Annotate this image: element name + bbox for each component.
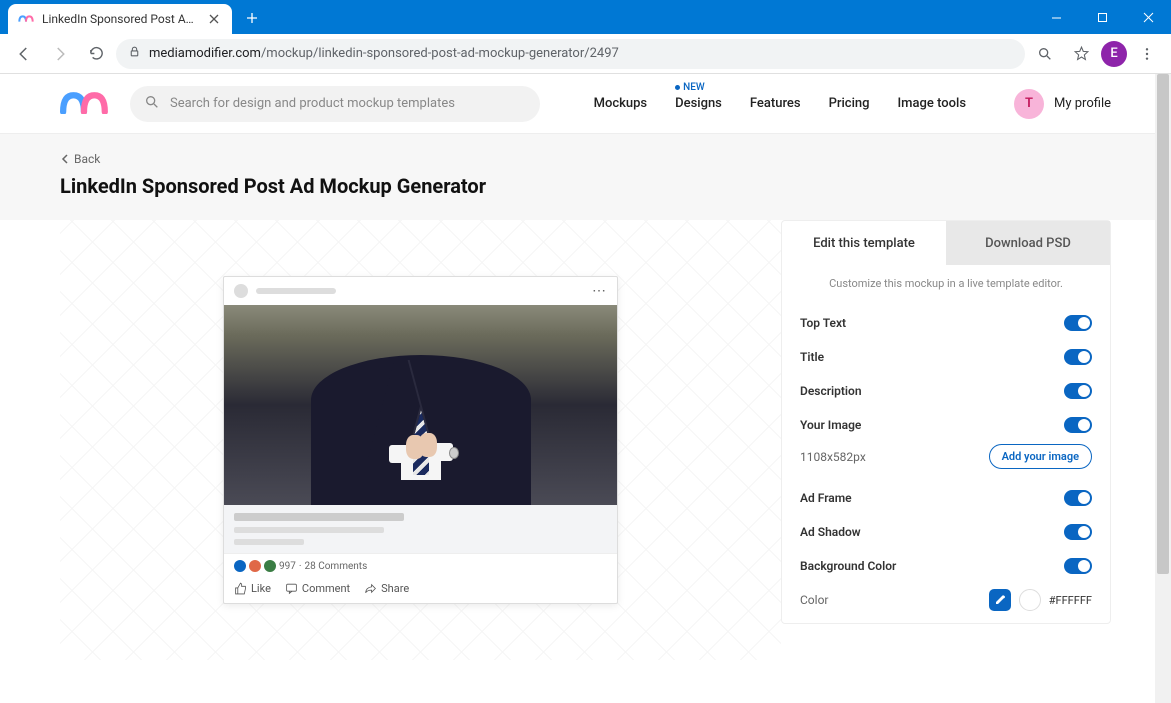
post-text-placeholder [224,505,617,553]
star-icon[interactable] [1065,38,1097,70]
favicon-icon [18,11,34,27]
post-name-placeholder [256,288,336,294]
reload-button[interactable] [80,38,112,70]
post-avatar-placeholder [234,284,248,298]
toggle-title[interactable] [1064,349,1092,365]
comment-button: Comment [285,582,350,595]
tab-edit[interactable]: Edit this template [782,221,946,265]
love-icon [249,560,261,572]
post-menu-icon: ⋯ [592,283,607,299]
opt-title: Title [782,340,1110,374]
maximize-button[interactable] [1079,0,1125,34]
tab-title: LinkedIn Sponsored Post Ad Moc [42,12,198,26]
editor-panel: Edit this template Download PSD Customiz… [781,220,1111,624]
browser-tab[interactable]: LinkedIn Sponsored Post Ad Moc [8,4,232,34]
browser-avatar[interactable]: E [1101,41,1127,67]
post-image [224,305,617,505]
panel-subtitle: Customize this mockup in a live template… [782,265,1110,306]
opt-description: Description [782,374,1110,408]
nav-pricing[interactable]: Pricing [829,96,870,111]
tab-download[interactable]: Download PSD [946,221,1110,265]
color-label: Color [800,593,828,607]
mockup-post: ⋯ [223,276,618,604]
site-header: Search for design and product mockup tem… [0,74,1171,134]
color-swatch[interactable] [1019,589,1041,611]
close-button[interactable] [1125,0,1171,34]
titlebar: LinkedIn Sponsored Post Ad Moc [0,0,1171,34]
toggle-your-image[interactable] [1064,417,1092,433]
zoom-icon[interactable] [1029,38,1061,70]
address-bar[interactable]: mediamodifier.com/mockup/linkedin-sponso… [116,39,1025,69]
window-controls [1033,0,1171,34]
toggle-description[interactable] [1064,383,1092,399]
profile-label: My profile [1054,96,1111,111]
nav-image-tools[interactable]: Image tools [898,96,967,111]
color-row: Color #FFFFFF [782,583,1110,623]
url-text: mediamodifier.com/mockup/linkedin-sponso… [149,46,619,61]
nav-features[interactable]: Features [750,96,801,111]
main-nav: Mockups NEWDesigns Features Pricing Imag… [594,89,1111,119]
toggle-top-text[interactable] [1064,315,1092,331]
search-icon [144,94,160,114]
like-button: Like [234,582,271,595]
page-title: LinkedIn Sponsored Post Ad Mockup Genera… [60,174,1111,198]
avatar: T [1014,89,1044,119]
image-size: 1108x582px [800,450,866,464]
panel-tabs: Edit this template Download PSD [782,221,1110,265]
opt-your-image: Your Image [782,408,1110,442]
nav-mockups[interactable]: Mockups [594,96,648,111]
back-link[interactable]: Back [60,152,1111,166]
minimize-button[interactable] [1033,0,1079,34]
preview-area: ⋯ [60,220,781,660]
profile-link[interactable]: T My profile [1014,89,1111,119]
nav-designs[interactable]: NEWDesigns [675,96,722,111]
new-badge: NEW [675,82,705,93]
scrollbar[interactable] [1155,74,1171,703]
post-header: ⋯ [224,277,617,305]
search-input[interactable]: Search for design and product mockup tem… [130,86,540,122]
opt-top-text: Top Text [782,306,1110,340]
like-icon [234,560,246,572]
forward-button[interactable] [44,38,76,70]
scrollbar-thumb[interactable] [1157,74,1169,574]
toggle-bg-color[interactable] [1064,558,1092,574]
new-tab-button[interactable] [238,4,266,32]
opt-ad-shadow: Ad Shadow [782,515,1110,549]
search-placeholder: Search for design and product mockup tem… [170,96,455,111]
opt-bg-color: Background Color [782,549,1110,583]
share-button: Share [364,582,409,595]
lock-icon [128,45,141,62]
color-hex: #FFFFFF [1049,594,1092,607]
post-reactions: 997 · 28 Comments [224,553,617,578]
comment-count: 28 Comments [305,561,368,572]
reaction-count: 997 [279,561,296,572]
logo-icon[interactable] [60,89,110,119]
toggle-ad-shadow[interactable] [1064,524,1092,540]
browser-toolbar: mediamodifier.com/mockup/linkedin-sponso… [0,34,1171,74]
toggle-ad-frame[interactable] [1064,490,1092,506]
image-size-row: 1108x582px Add your image [782,442,1110,481]
celebrate-icon [264,560,276,572]
post-actions: Like Comment Share [224,578,617,603]
menu-icon[interactable] [1131,38,1163,70]
tab-close-icon[interactable] [206,11,222,27]
page-head: Back LinkedIn Sponsored Post Ad Mockup G… [0,134,1171,220]
color-picker-button[interactable] [989,589,1011,611]
back-button[interactable] [8,38,40,70]
add-image-button[interactable]: Add your image [989,444,1092,469]
opt-ad-frame: Ad Frame [782,481,1110,515]
